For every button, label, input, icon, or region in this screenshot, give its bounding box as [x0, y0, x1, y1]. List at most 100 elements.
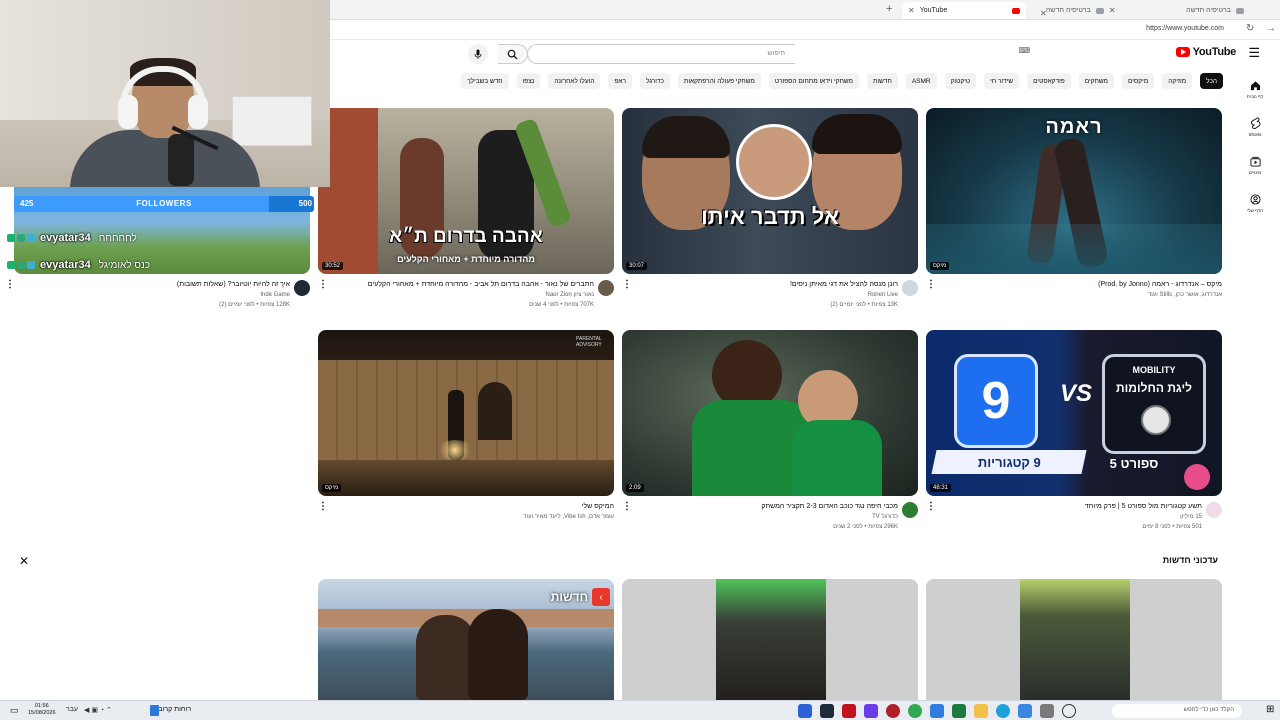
video-title[interactable]: המיקס שלי: [582, 503, 614, 510]
video-card[interactable]: 2:09 מכבי חיפה נגד כוכב האדום 2-3 תקציר …: [622, 330, 918, 536]
language-indicator[interactable]: עבר: [66, 706, 78, 713]
channel-name[interactable]: 15 מיליון: [1180, 514, 1202, 520]
chip[interactable]: נצפו: [516, 73, 541, 89]
guide-item-shorts[interactable]: Shorts: [1230, 108, 1280, 146]
channel-name[interactable]: כדורגל TV: [872, 514, 898, 520]
search-button[interactable]: [498, 44, 528, 64]
more-options-icon[interactable]: ⋮: [926, 279, 936, 290]
video-thumbnail[interactable]: PARENTAL ADVISORY מיקס: [318, 330, 614, 496]
chip[interactable]: חדש בשבילך: [461, 73, 509, 89]
chip[interactable]: חדשות: [867, 73, 898, 89]
close-icon[interactable]: ✕: [19, 554, 29, 568]
app-icon[interactable]: [864, 704, 878, 718]
steam-icon[interactable]: [820, 704, 834, 718]
video-title[interactable]: תשע קטגוריות מול ספורט 5 | פרק מיוחד: [1085, 503, 1202, 510]
video-title[interactable]: איך זה להיות יוטיובר? (שאלות תשובות): [177, 281, 290, 288]
video-title[interactable]: התברים של נאור - אהבה בדרום תל אביב - מה…: [368, 281, 594, 288]
channel-avatar[interactable]: [902, 502, 918, 518]
file-explorer-icon[interactable]: [974, 704, 988, 718]
excel-icon[interactable]: [952, 704, 966, 718]
chip[interactable]: הועלו לאחרונה: [548, 73, 601, 89]
video-card[interactable]: PARENTAL ADVISORY מיקס המיקס שלי עומר אדם…: [318, 330, 614, 536]
app-icon[interactable]: [930, 704, 944, 718]
video-thumbnail[interactable]: אהבה בדרום ת״א מהדורה מיוחדת + מאחורי הק…: [318, 108, 614, 274]
taskbar-search-input[interactable]: הקלד כאן כדי לחפש: [1112, 704, 1242, 718]
guide-item-subscriptions[interactable]: מינויים: [1230, 146, 1280, 184]
video-thumbnail[interactable]: › חדשות: [318, 579, 614, 700]
video-card[interactable]: ראמה מיקס מיקס – אנדרדוג - ראמה (Prod. b…: [926, 108, 1222, 314]
channel-avatar[interactable]: [1206, 502, 1222, 518]
app-icon[interactable]: [798, 704, 812, 718]
guide-item-you[interactable]: הדף שלי: [1230, 184, 1280, 222]
channel-avatar[interactable]: [294, 280, 310, 296]
video-card[interactable]: אל תדבר איתו 30:07 רונן מנסה להציל את דג…: [622, 108, 918, 314]
url-field[interactable]: https://www.youtube.com: [1146, 25, 1224, 32]
channel-name[interactable]: נאור ציון Naor Zion: [546, 292, 595, 298]
chip[interactable]: משחקי פעולה והרפתקאות: [677, 73, 761, 89]
menu-icon[interactable]: ☰: [1248, 45, 1260, 61]
chip[interactable]: מיקסים: [1122, 73, 1155, 89]
video-thumbnail[interactable]: 9 VS MOBILITY ליגת החלומות 9 קטגוריות ספ…: [926, 330, 1222, 496]
chip[interactable]: משחקים: [1078, 73, 1115, 89]
app-icon[interactable]: [842, 704, 856, 718]
app-icon[interactable]: [1018, 704, 1032, 718]
system-tray-icons[interactable]: ◀ ▣ ◔ ⌃: [84, 706, 112, 714]
voice-search-button[interactable]: [468, 44, 488, 64]
chip[interactable]: טיקטוק: [944, 73, 977, 89]
clock[interactable]: 01:56 15/08/2026: [28, 703, 56, 717]
video-thumbnail[interactable]: [622, 579, 918, 700]
chip[interactable]: פודקאסטים: [1027, 73, 1071, 89]
close-icon[interactable]: ✕: [1109, 6, 1116, 15]
reload-icon[interactable]: ↻: [1246, 23, 1254, 34]
video-thumbnail[interactable]: [926, 579, 1222, 700]
search-input[interactable]: חיפוש: [527, 44, 795, 64]
more-options-icon[interactable]: ⋮: [318, 279, 328, 290]
channel-avatar[interactable]: [598, 280, 614, 296]
chip[interactable]: ראפ: [608, 73, 632, 89]
video-title[interactable]: רונן מנסה להציל את דגי מאיתן ניסים!: [790, 281, 898, 288]
edge-icon[interactable]: [996, 704, 1010, 718]
app-icon[interactable]: [886, 704, 900, 718]
browser-tab-youtube[interactable]: ✕ YouTube: [902, 2, 1026, 19]
chip[interactable]: מוזיקה: [1162, 73, 1193, 89]
forward-icon[interactable]: →: [1266, 23, 1276, 34]
guide-item-home[interactable]: דף הבית: [1230, 70, 1280, 108]
channel-name[interactable]: אנדרדוג, אושר כהן, Stills ועוד: [1148, 292, 1222, 298]
channel-name[interactable]: Ronen Live: [868, 292, 898, 298]
cortana-icon[interactable]: [1062, 704, 1076, 718]
video-card[interactable]: אהבה בדרום ת״א מהדורה מיוחדת + מאחורי הק…: [318, 108, 614, 314]
channel-avatar[interactable]: [902, 280, 918, 296]
more-options-icon[interactable]: ⋮: [622, 279, 632, 290]
new-tab-icon[interactable]: +: [886, 3, 892, 15]
channel-name[interactable]: Inde Game: [260, 292, 290, 298]
news-card[interactable]: [622, 579, 918, 700]
news-card[interactable]: [926, 579, 1222, 700]
keyboard-icon[interactable]: ⌨: [1018, 46, 1030, 55]
chip[interactable]: כדורגל: [640, 73, 670, 89]
video-thumbnail[interactable]: אל תדבר איתו 30:07: [622, 108, 918, 274]
channel-name[interactable]: עומר אדם, Vibe Ish, ליעד מאיר ועוד: [523, 514, 614, 520]
more-options-icon[interactable]: ⋮: [318, 501, 328, 512]
chip[interactable]: שידור חי: [984, 73, 1020, 89]
app-icon[interactable]: [908, 704, 922, 718]
brand-text: MOBILITY: [1132, 365, 1176, 375]
more-options-icon[interactable]: ⋮: [5, 279, 15, 290]
video-thumbnail[interactable]: ראמה מיקס: [926, 108, 1222, 274]
video-card[interactable]: 9 VS MOBILITY ליגת החלומות 9 קטגוריות ספ…: [926, 330, 1222, 536]
browser-tab-2[interactable]: ✕ ברטיסיה חדשה: [1040, 2, 1150, 19]
task-view-icon[interactable]: [1040, 704, 1054, 718]
more-options-icon[interactable]: ⋮: [926, 501, 936, 512]
duration-badge: מיקס: [930, 262, 950, 270]
close-icon[interactable]: ✕: [908, 6, 915, 15]
video-title[interactable]: מיקס – אנדרדוג - ראמה (Prod. by Jonno): [1098, 281, 1222, 288]
windows-start-icon[interactable]: ⊞: [1266, 704, 1274, 715]
chip[interactable]: ASMR: [905, 73, 937, 89]
chip[interactable]: משחקי וידאו מתחום הספורט: [768, 73, 859, 89]
news-card[interactable]: › חדשות: [318, 579, 614, 700]
chip[interactable]: הכל: [1200, 73, 1223, 89]
notification-icon[interactable]: ▭: [10, 705, 19, 716]
video-title[interactable]: מכבי חיפה נגד כוכב האדום 2-3 תקציר המשחק: [761, 503, 898, 510]
youtube-logo[interactable]: YouTube: [1175, 46, 1236, 58]
more-options-icon[interactable]: ⋮: [622, 501, 632, 512]
video-thumbnail[interactable]: 2:09: [622, 330, 918, 496]
